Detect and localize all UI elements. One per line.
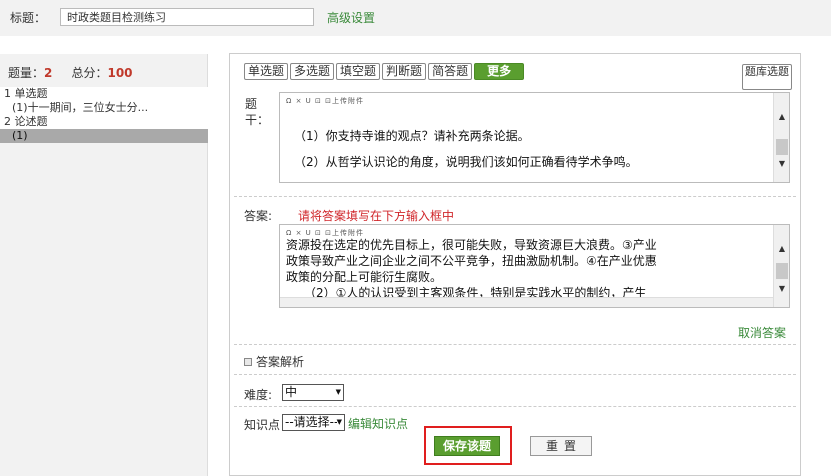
difficulty-value: 中 (285, 385, 298, 399)
answer-hint: 请将答案填写在下方输入框中 (298, 209, 455, 223)
scroll-down-icon[interactable]: ▼ (774, 158, 789, 170)
answer-editor[interactable]: Ω × U ⊡ ⊡上传附件 资源投在选定的优先目标上，很可能失败，导致资源巨大浪… (279, 224, 790, 308)
question-bank-button[interactable]: 题库选题 (742, 64, 792, 90)
tree-group-essay[interactable]: 2 论述题 (0, 115, 208, 129)
stem-line-1: （1）你支持寺谁的观点？请补充两条论据。 (294, 129, 530, 143)
divider (234, 374, 796, 375)
answer-analysis-toggle[interactable]: 答案解析 (244, 353, 304, 370)
answer-scrollbar[interactable]: ▲ ▼ (773, 225, 789, 307)
scroll-thumb[interactable] (776, 263, 788, 279)
type-more-button[interactable]: 更多 (474, 63, 525, 80)
question-tree: 1 单选题 (1)十一期间，三位女士分... 2 论述题 (1) (0, 87, 208, 143)
divider (234, 196, 796, 197)
stem-editor[interactable]: Ω × U ⊡ ⊡上传附件 （1）你支持寺谁的观点？请补充两条论据。 （2）从哲… (279, 92, 790, 183)
question-summary: 题量：2 总分：100 (8, 64, 133, 81)
answer-line-1: 资源投在选定的优先目标上，很可能失败，导致资源巨大浪费。③产业 (286, 238, 657, 252)
answer-content[interactable]: 资源投在选定的优先目标上，很可能失败，导致资源巨大浪费。③产业 政策导致产业之间… (286, 237, 771, 301)
advanced-settings-link[interactable]: 高级设置 (327, 9, 375, 26)
stem-toolbar[interactable]: Ω × U ⊡ ⊡上传附件 (286, 96, 364, 106)
divider (234, 406, 796, 407)
difficulty-select[interactable]: 中 ▼ (282, 384, 344, 401)
answer-line-2: 政策导致产业之间企业之间不公平竞争，扭曲激励机制。④在产业优惠 (286, 254, 657, 268)
stem-label: 题干： (245, 97, 270, 127)
scroll-up-icon[interactable]: ▲ (774, 111, 789, 123)
question-editor-panel: 单选题 多选题 填空题 判断题 简答题 更多 题库选题 题干： Ω × U ⊡ ⊡上传附件… (229, 53, 801, 476)
dropdown-arrow-icon: ▼ (336, 415, 342, 430)
question-list-panel: 题量：2 总分：100 1 单选题 (1)十一期间，三位女士分... 2 论述题… (0, 54, 208, 476)
score-label: 总分： (71, 66, 108, 80)
stem-content[interactable]: （1）你支持寺谁的观点？请补充两条论据。 （2）从哲学认识论的角度，说明我们该如… (286, 123, 771, 175)
tree-group-single[interactable]: 1 单选题 (0, 87, 208, 101)
title-label: 标题： (10, 11, 47, 25)
scroll-up-icon[interactable]: ▲ (774, 243, 789, 255)
scroll-thumb[interactable] (776, 139, 788, 155)
analysis-label: 答案解析 (256, 355, 305, 369)
count-value: 2 (44, 66, 53, 80)
dropdown-arrow-icon: ▼ (335, 388, 341, 396)
scroll-down-icon[interactable]: ▼ (774, 283, 789, 295)
count-label: 题量： (8, 66, 45, 80)
type-judge-button[interactable]: 判断题 (382, 63, 427, 80)
knowledge-label: 知识点 (244, 418, 281, 432)
score-value: 100 (107, 66, 133, 80)
type-short-button[interactable]: 简答题 (428, 63, 473, 80)
question-type-bar: 单选题 多选题 填空题 判断题 简答题 更多 (244, 63, 526, 83)
stem-line-2: （2）从哲学认识论的角度，说明我们该如何正确看待学术争鸣。 (294, 155, 638, 169)
title-input[interactable] (60, 8, 314, 26)
save-question-button[interactable]: 保存该题 (434, 436, 500, 456)
edit-knowledge-link[interactable]: 编辑知识点 (348, 415, 408, 432)
reset-button[interactable]: 重置 (530, 436, 592, 456)
type-multi-button[interactable]: 多选题 (290, 63, 335, 80)
collapse-square-icon (244, 358, 252, 366)
knowledge-value: --请选择-- (285, 415, 339, 429)
top-bar: 标题： 高级设置 (0, 0, 831, 36)
divider (234, 344, 796, 345)
tree-item-single-1[interactable]: (1)十一期间，三位女士分... (0, 101, 208, 115)
answer-label: 答案: (244, 209, 273, 223)
type-fill-button[interactable]: 填空题 (336, 63, 381, 80)
tree-item-essay-1[interactable]: (1) (0, 129, 208, 143)
knowledge-select[interactable]: --请选择-- ▼ (282, 414, 345, 431)
stem-scrollbar[interactable]: ▲ ▼ (773, 93, 789, 182)
answer-line-3: 政策的分配上可能衍生腐败。 (286, 270, 443, 284)
cancel-answer-link[interactable]: 取消答案 (738, 324, 786, 341)
answer-hscrollbar[interactable] (280, 297, 773, 307)
type-single-button[interactable]: 单选题 (244, 63, 289, 80)
difficulty-label: 难度: (244, 388, 273, 402)
